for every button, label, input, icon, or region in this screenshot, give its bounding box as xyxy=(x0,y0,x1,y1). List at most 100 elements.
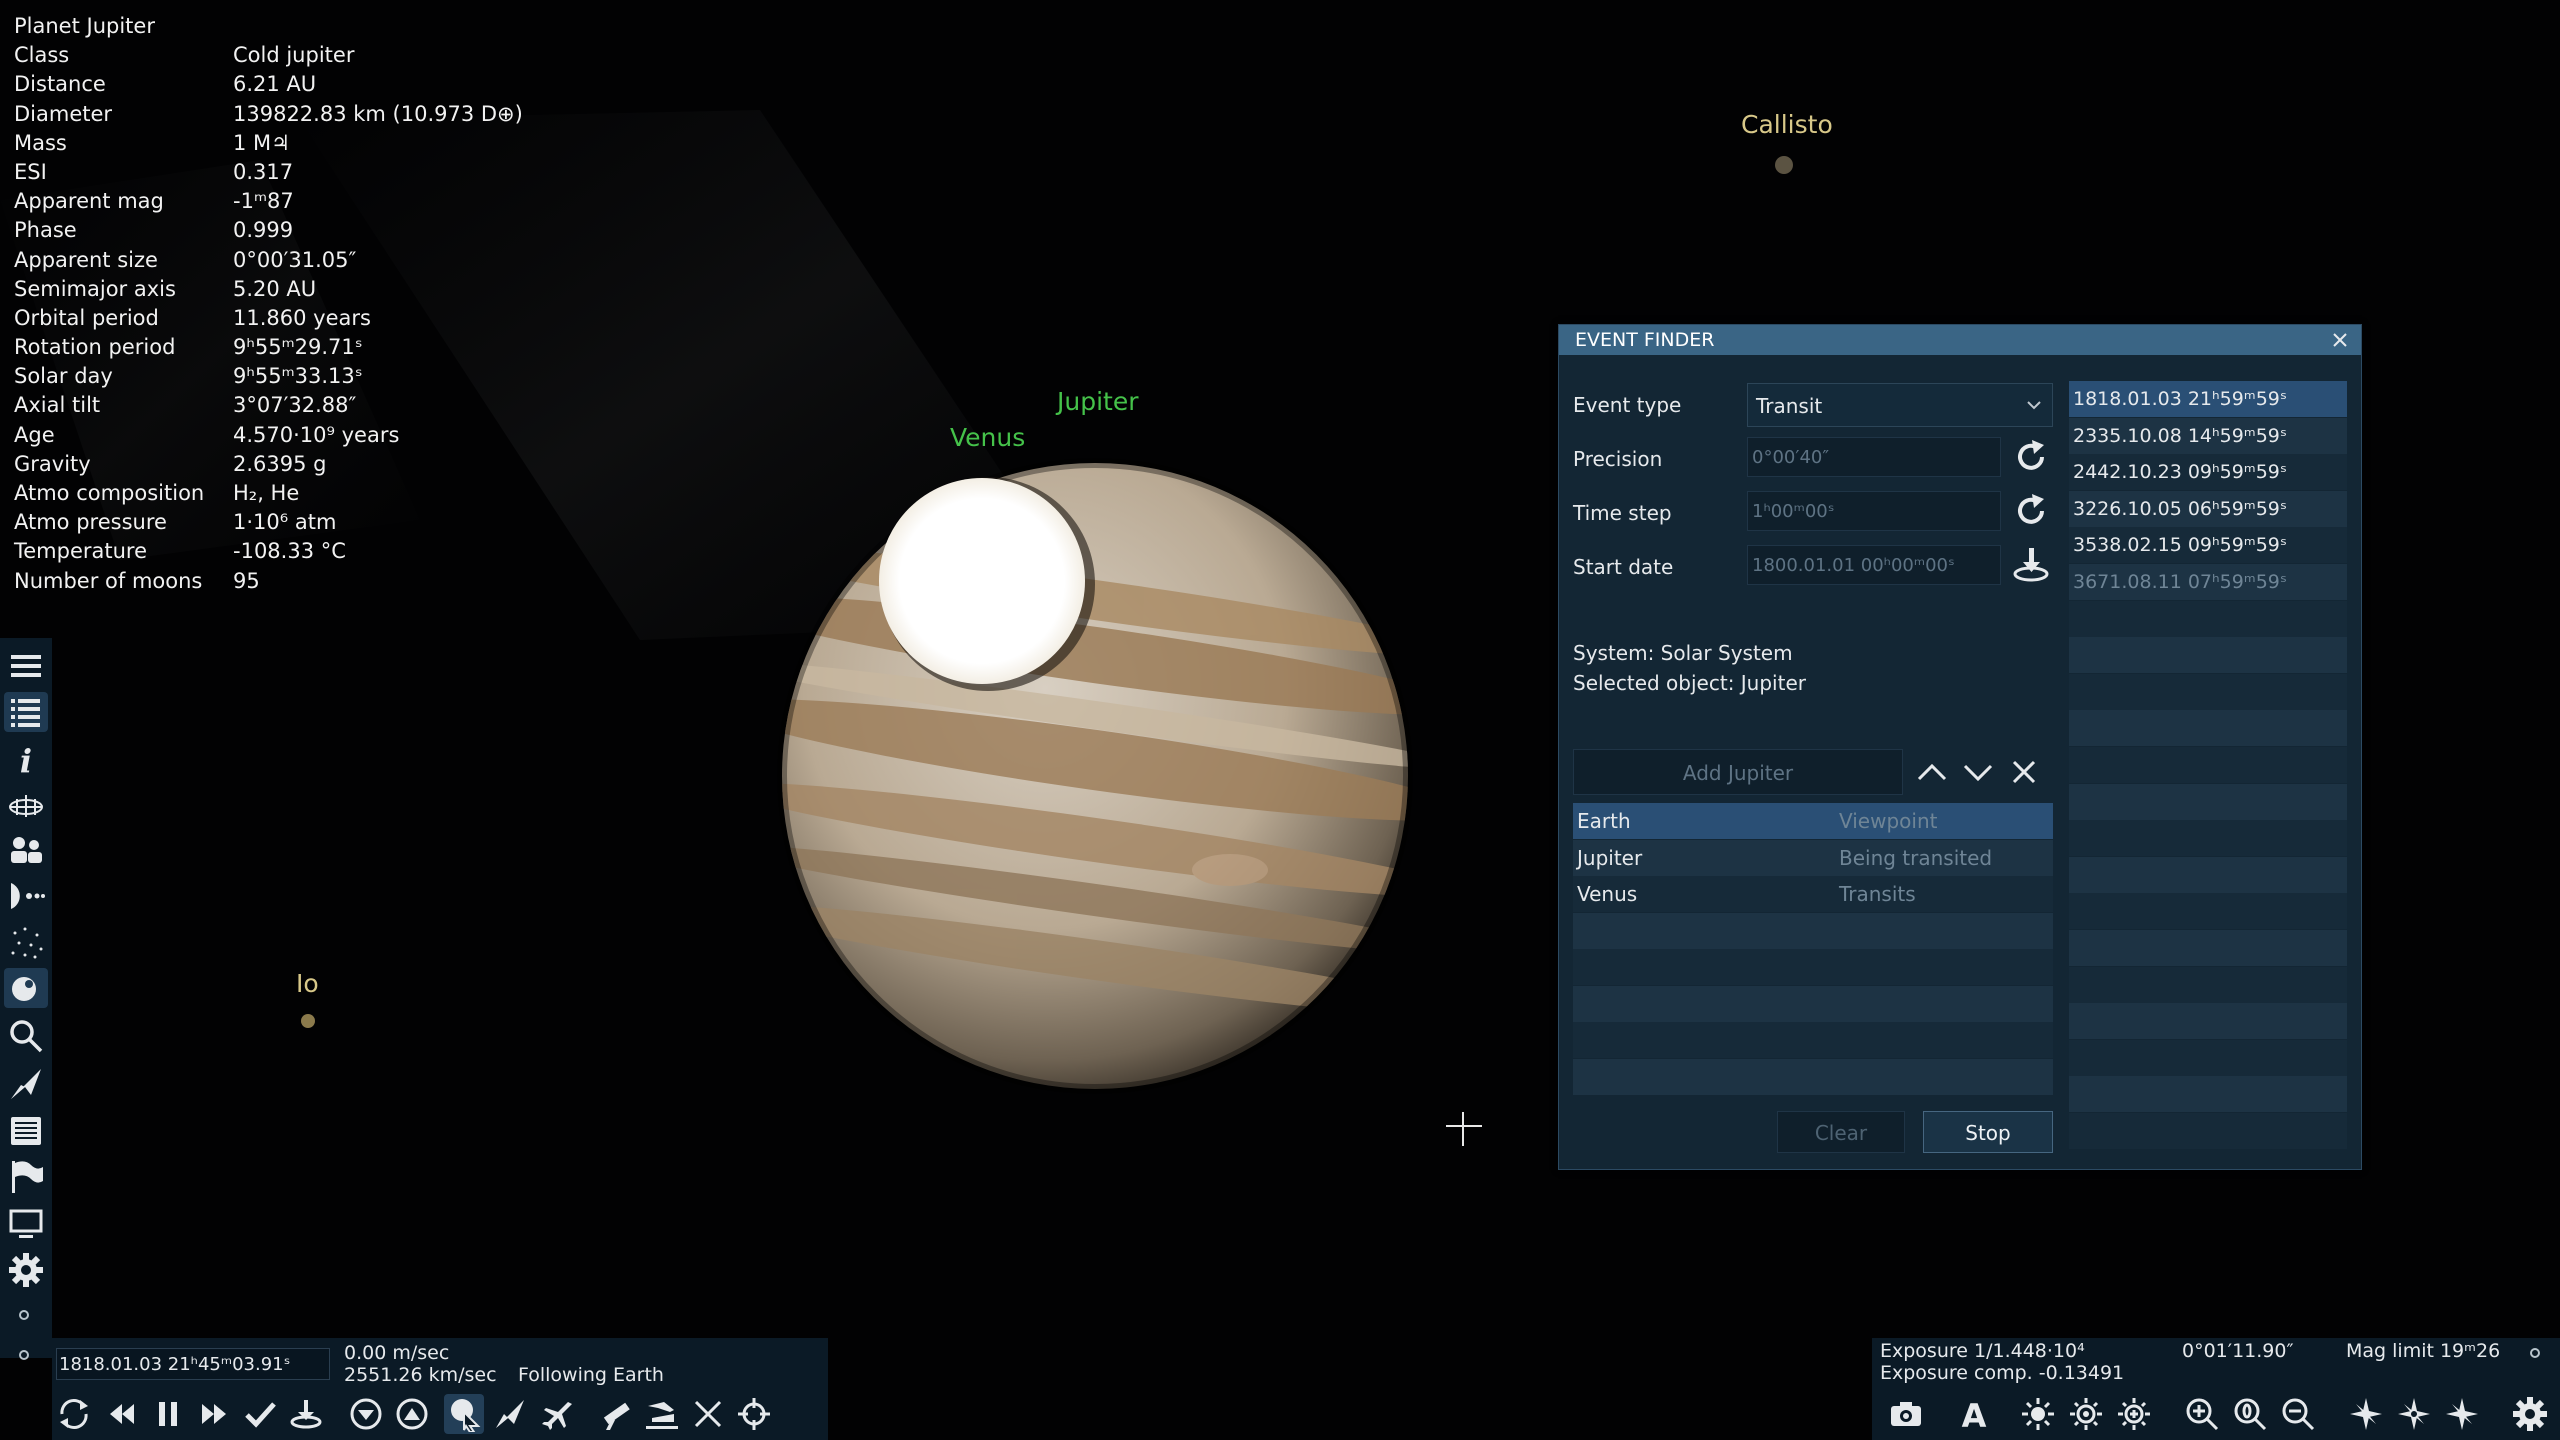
object-row[interactable]: Venus Transits xyxy=(1573,876,2053,912)
info-value: 3°07′32.88″ xyxy=(233,393,357,418)
object-row[interactable]: Jupiter Being transited xyxy=(1573,839,2053,876)
move-down-icon[interactable] xyxy=(1959,753,1997,791)
empty-result-row[interactable] xyxy=(2069,893,2347,930)
result-row[interactable]: 3671.08.11 07ʰ59ᵐ59ˢ xyxy=(2069,564,2347,600)
set-current-date-icon[interactable] xyxy=(2009,543,2053,587)
precision-field[interactable]: 0°00′40″ xyxy=(1747,437,2001,477)
fast-forward-icon[interactable] xyxy=(194,1394,234,1434)
result-row[interactable]: 2442.10.23 09ʰ59ᵐ59ˢ xyxy=(2069,454,2347,491)
people-icon[interactable] xyxy=(4,830,48,870)
empty-object-row[interactable] xyxy=(1573,1058,2053,1095)
star-magnitude-auto-icon[interactable] xyxy=(2394,1394,2434,1434)
expand-arrows-icon[interactable] xyxy=(688,1394,728,1434)
info-row: Semimajor axis 5.20 AU xyxy=(14,275,523,304)
result-row[interactable]: 3226.10.05 06ʰ59ᵐ59ˢ xyxy=(2069,490,2347,527)
empty-result-row[interactable] xyxy=(2069,930,2347,966)
io-dot[interactable] xyxy=(301,1014,315,1028)
object-row[interactable]: Earth Viewpoint xyxy=(1573,803,2053,839)
zoom-reset-icon[interactable] xyxy=(2230,1394,2270,1434)
labels-font-icon[interactable]: A xyxy=(1954,1394,1994,1434)
result-row[interactable]: 1818.01.03 21ʰ59ᵐ59ˢ xyxy=(2069,381,2347,417)
real-time-check-icon[interactable] xyxy=(240,1394,280,1434)
star-magnitude-down-icon[interactable] xyxy=(2346,1394,2386,1434)
result-row[interactable]: 3538.02.15 09ʰ59ᵐ59ˢ xyxy=(2069,527,2347,564)
landing-icon[interactable] xyxy=(642,1394,682,1434)
empty-result-row[interactable] xyxy=(2069,1113,2347,1149)
grid-icon[interactable] xyxy=(4,784,48,824)
move-up-icon[interactable] xyxy=(1913,753,1951,791)
brightness-auto-icon[interactable] xyxy=(2066,1394,2106,1434)
camera-bar-dot-icon[interactable] xyxy=(2530,1348,2540,1358)
planets-icon[interactable] xyxy=(4,968,48,1008)
clear-button[interactable]: Clear xyxy=(1777,1111,1905,1153)
system-text: System: Solar System xyxy=(1573,641,1793,665)
star-magnitude-up-icon[interactable] xyxy=(2442,1394,2482,1434)
info-row: Rotation period 9ʰ55ᵐ29.71ˢ xyxy=(14,333,523,362)
time-step-field[interactable]: 1ʰ00ᵐ00ˢ xyxy=(1747,491,2001,531)
settings-gear-icon[interactable] xyxy=(4,1250,48,1290)
empty-result-row[interactable] xyxy=(2069,856,2347,893)
aircraft-icon[interactable] xyxy=(536,1394,576,1434)
precision-reset-icon[interactable] xyxy=(2009,435,2053,479)
empty-result-row[interactable] xyxy=(2069,966,2347,1003)
brightness-low-icon[interactable] xyxy=(2018,1394,2058,1434)
collapse-dot-icon[interactable] xyxy=(19,1350,29,1360)
display-icon[interactable] xyxy=(4,1204,48,1244)
empty-result-row[interactable] xyxy=(2069,820,2347,857)
search-icon[interactable] xyxy=(4,1016,48,1056)
stop-button[interactable]: Stop xyxy=(1923,1111,2053,1153)
menu-icon[interactable] xyxy=(4,646,48,686)
zoom-in-icon[interactable] xyxy=(2182,1394,2222,1434)
empty-result-row[interactable] xyxy=(2069,1003,2347,1040)
orbit-icon[interactable] xyxy=(4,876,48,916)
empty-result-row[interactable] xyxy=(2069,673,2347,710)
ship-fly-icon[interactable] xyxy=(490,1394,530,1434)
current-time-icon[interactable] xyxy=(286,1394,326,1434)
label-callisto[interactable]: Callisto xyxy=(1741,110,1833,139)
empty-result-row[interactable] xyxy=(2069,637,2347,674)
empty-result-row[interactable] xyxy=(2069,783,2347,820)
telescope-icon[interactable] xyxy=(596,1394,636,1434)
go-down-icon[interactable] xyxy=(346,1394,386,1434)
stars-icon[interactable] xyxy=(4,922,48,962)
empty-object-row[interactable] xyxy=(1573,1022,2053,1058)
zoom-out-icon[interactable] xyxy=(2278,1394,2318,1434)
empty-result-row[interactable] xyxy=(2069,1039,2347,1076)
info-icon[interactable]: i xyxy=(4,738,48,778)
object-list-icon[interactable] xyxy=(4,692,48,732)
start-date-field[interactable]: 1800.01.01 00ʰ00ᵐ00ˢ xyxy=(1747,545,2001,585)
rewind-icon[interactable] xyxy=(102,1394,142,1434)
spaceship-icon[interactable] xyxy=(4,1064,48,1104)
event-type-select[interactable]: Transit xyxy=(1747,383,2053,427)
camera-settings-gear-icon[interactable] xyxy=(2510,1394,2550,1434)
empty-result-row[interactable] xyxy=(2069,600,2347,637)
target-icon[interactable] xyxy=(734,1394,774,1434)
info-value: 95 xyxy=(233,568,260,593)
empty-result-row[interactable] xyxy=(2069,747,2347,783)
expand-dot-icon[interactable] xyxy=(19,1310,29,1320)
callisto-dot[interactable] xyxy=(1775,156,1793,174)
label-io[interactable]: Io xyxy=(296,969,319,998)
empty-object-row[interactable] xyxy=(1573,985,2053,1022)
journal-icon[interactable] xyxy=(4,1110,48,1150)
flag-icon[interactable] xyxy=(4,1156,48,1196)
reverse-time-icon[interactable] xyxy=(54,1394,94,1434)
label-venus[interactable]: Venus xyxy=(950,423,1025,452)
label-jupiter[interactable]: Jupiter xyxy=(1057,387,1139,416)
follow-icon[interactable] xyxy=(444,1394,484,1434)
time-step-reset-icon[interactable] xyxy=(2009,489,2053,533)
date-time-field[interactable]: 1818.01.03 21ʰ45ᵐ03.91ˢ xyxy=(56,1348,330,1380)
add-object-button[interactable]: Add Jupiter xyxy=(1573,749,1903,795)
pause-icon[interactable] xyxy=(148,1394,188,1434)
brightness-high-icon[interactable] xyxy=(2114,1394,2154,1434)
camera-icon[interactable] xyxy=(1886,1394,1926,1434)
close-icon[interactable] xyxy=(2329,329,2351,351)
go-up-icon[interactable] xyxy=(392,1394,432,1434)
empty-result-row[interactable] xyxy=(2069,1076,2347,1113)
result-row[interactable]: 2335.10.08 14ʰ59ᵐ59ˢ xyxy=(2069,417,2347,454)
empty-object-row[interactable] xyxy=(1573,949,2053,985)
remove-object-icon[interactable] xyxy=(2005,753,2043,791)
event-finder-titlebar[interactable]: EVENT FINDER xyxy=(1559,325,2361,355)
empty-object-row[interactable] xyxy=(1573,912,2053,949)
empty-result-row[interactable] xyxy=(2069,710,2347,747)
